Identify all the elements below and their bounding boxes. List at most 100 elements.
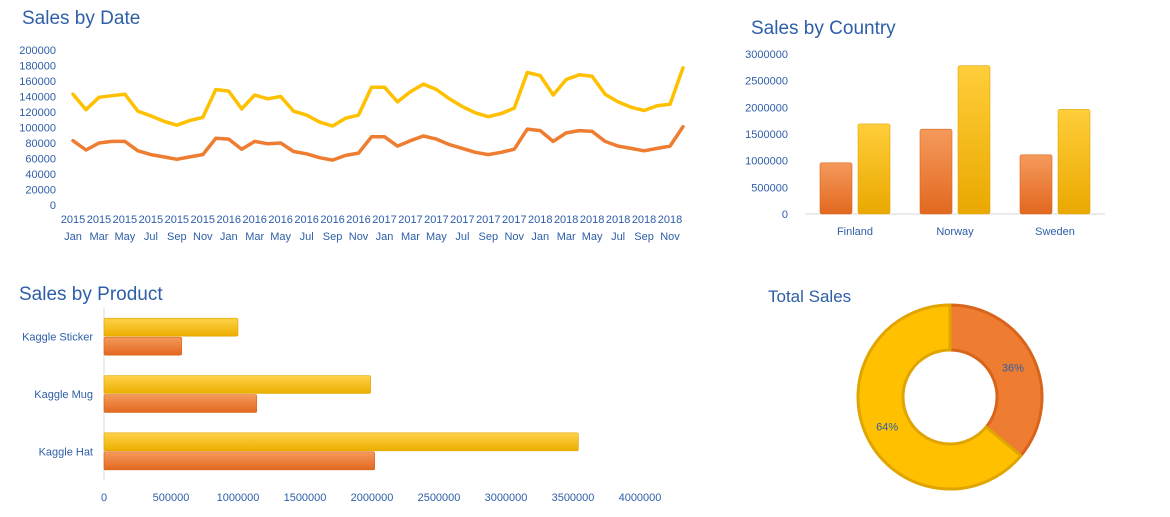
x-tick-year-label: 2016 <box>242 214 266 226</box>
x-tick-month-label: Jul <box>455 231 469 243</box>
x-tick-label: 3500000 <box>552 492 595 504</box>
x-tick-year-label: 2015 <box>139 214 163 226</box>
x-tick-label: 4000000 <box>619 492 662 504</box>
hbar-2-0 <box>103 432 579 452</box>
x-tick-month-label: Sep <box>167 231 187 243</box>
x-tick-month-label: Jan <box>531 231 549 243</box>
y-tick-label: 120000 <box>19 107 56 119</box>
x-tick-month-label: Sep <box>634 231 654 243</box>
series-line-1 <box>71 124 685 162</box>
total-sales-chart: Total Sales 36% 64% <box>730 280 1170 517</box>
y-tick-label: Kaggle Hat <box>39 446 93 458</box>
x-tick-year-label: 2015 <box>113 214 137 226</box>
x-tick-month-label: Jul <box>144 231 158 243</box>
horizontal-bar-chart-plot: 0 500000 1000000 1500000 2000000 2500000 30000… <box>22 308 662 504</box>
x-tick-month-label: Nov <box>660 231 680 243</box>
hbar-0-0 <box>103 317 239 337</box>
donut-chart-plot: 36% 64% <box>856 303 1044 491</box>
x-tick-year-label: 2017 <box>372 214 396 226</box>
y-tick-label: 1000000 <box>745 156 788 168</box>
x-tick-month-label: Jan <box>220 231 238 243</box>
sales-by-date-chart: Sales by Date 0 20000 40000 60000 80000 10000… <box>0 0 700 250</box>
x-tick-label: 2500000 <box>418 492 461 504</box>
sales-by-product-chart: Sales by Product 0 500000 1000000 1500000 20… <box>0 278 700 517</box>
y-tick-label: 500000 <box>751 182 788 194</box>
y-tick-label: Kaggle Mug <box>34 389 93 401</box>
x-tick-label: Norway <box>936 226 974 238</box>
x-tick-label: Finland <box>837 226 873 238</box>
x-tick-label: Sweden <box>1035 226 1075 238</box>
x-tick-month-label: Mar <box>557 231 576 243</box>
x-tick-year-label: 2015 <box>61 214 85 226</box>
bar-norway-0 <box>919 128 953 215</box>
x-tick-month-label: Mar <box>401 231 420 243</box>
x-tick-month-label: Sep <box>479 231 499 243</box>
x-tick-year-label: 2017 <box>476 214 500 226</box>
x-tick-year-label: 2018 <box>528 214 552 226</box>
y-tick-label: 2000000 <box>745 102 788 114</box>
x-tick-month-label: May <box>582 231 603 243</box>
y-tick-label: 0 <box>782 209 788 221</box>
x-tick-year-label: 2017 <box>502 214 526 226</box>
x-tick-label: 1500000 <box>284 492 327 504</box>
y-tick-label: 180000 <box>19 61 56 73</box>
bar-sweden-1 <box>1057 109 1091 215</box>
x-tick-label: 500000 <box>153 492 190 504</box>
hbar-0-1 <box>103 336 183 356</box>
x-tick-year-label: 2016 <box>268 214 292 226</box>
x-tick-year-label: 2018 <box>580 214 604 226</box>
x-tick-month-label: Sep <box>323 231 343 243</box>
x-tick-year-label: 2016 <box>217 214 241 226</box>
y-tick-label: 1500000 <box>745 129 788 141</box>
x-tick-month-label: Nov <box>193 231 213 243</box>
y-tick-label: 200000 <box>19 45 56 57</box>
y-tick-label: 40000 <box>25 169 56 181</box>
x-tick-label: 0 <box>101 492 107 504</box>
slice-data-label: 36% <box>1002 362 1024 374</box>
y-tick-label: 60000 <box>25 154 56 166</box>
x-tick-label: 1000000 <box>217 492 260 504</box>
x-tick-month-label: Mar <box>245 231 264 243</box>
x-tick-year-label: 2017 <box>424 214 448 226</box>
x-tick-year-label: 2018 <box>658 214 682 226</box>
slice-data-label: 64% <box>876 422 898 434</box>
x-tick-year-label: 2018 <box>606 214 630 226</box>
y-tick-label: 0 <box>50 200 56 212</box>
y-tick-label: Kaggle Sticker <box>22 332 93 344</box>
x-tick-month-label: Jul <box>611 231 625 243</box>
hbar-1-0 <box>103 375 371 394</box>
x-tick-month-label: Jan <box>64 231 82 243</box>
y-tick-label: 3000000 <box>745 49 788 61</box>
bar-finland-0 <box>819 162 853 215</box>
x-tick-month-label: Nov <box>349 231 369 243</box>
x-tick-year-label: 2015 <box>87 214 111 226</box>
bar-finland-1 <box>857 123 891 215</box>
x-tick-year-label: 2017 <box>398 214 422 226</box>
x-tick-year-label: 2016 <box>346 214 370 226</box>
x-tick-month-label: Jul <box>300 231 314 243</box>
series-line-0 <box>71 66 685 128</box>
x-tick-month-label: Jan <box>376 231 394 243</box>
x-tick-year-label: 2018 <box>554 214 578 226</box>
x-tick-label: 3000000 <box>485 492 528 504</box>
x-tick-year-label: 2016 <box>320 214 344 226</box>
x-tick-year-label: 2016 <box>294 214 318 226</box>
hbar-1-1 <box>103 394 258 413</box>
hbar-2-1 <box>103 451 375 471</box>
y-tick-label: 2500000 <box>745 76 788 88</box>
x-tick-label: 2000000 <box>351 492 394 504</box>
x-tick-year-label: 2015 <box>191 214 215 226</box>
bar-norway-1 <box>957 65 991 215</box>
donut-slice-0 <box>948 303 1044 458</box>
x-tick-year-label: 2015 <box>165 214 189 226</box>
x-tick-year-label: 2018 <box>632 214 656 226</box>
x-tick-month-label: May <box>270 231 291 243</box>
x-tick-year-label: 2017 <box>450 214 474 226</box>
bar-sweden-0 <box>1019 154 1053 215</box>
x-tick-month-label: Nov <box>504 231 524 243</box>
y-tick-label: 20000 <box>25 185 56 197</box>
x-tick-month-label: May <box>426 231 447 243</box>
y-tick-label: 160000 <box>19 76 56 88</box>
bar-chart-plot: 0 500000 1000000 1500000 2000000 2500000 30000… <box>745 49 1105 238</box>
y-tick-label: 140000 <box>19 92 56 104</box>
